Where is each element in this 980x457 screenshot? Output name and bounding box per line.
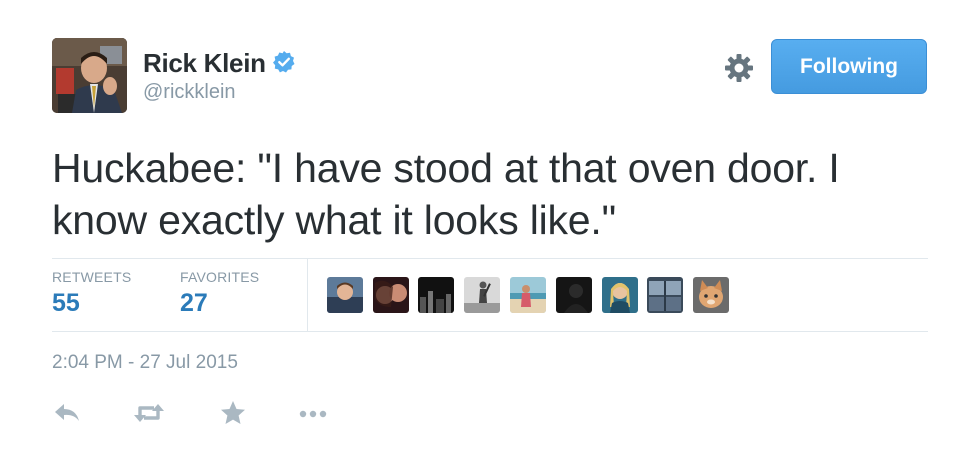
favoriter-avatar[interactable] [510,277,546,313]
favoriter-avatar[interactable] [647,277,683,313]
gear-icon[interactable] [723,52,755,84]
retweets-label: RETWEETS [52,269,132,285]
star-icon[interactable] [218,398,252,428]
favoriter-avatar[interactable] [602,277,638,313]
favorites-stat[interactable]: FAVORITES 27 [180,269,259,318]
reply-icon[interactable] [52,398,86,428]
tweet-header: Rick Klein @rickklein Following [52,38,928,116]
retweets-count: 55 [52,289,80,317]
retweet-icon[interactable] [132,398,166,428]
favoriter-avatar[interactable] [373,277,409,313]
tweet-stats: RETWEETS 55 FAVORITES 27 [52,258,928,332]
stats-divider [307,259,308,331]
author-name[interactable]: Rick Klein [143,48,266,78]
author-handle[interactable]: @rickklein [143,81,296,104]
following-button[interactable]: Following [771,39,927,94]
author-block: Rick Klein @rickklein [143,48,296,104]
tweet-timestamp[interactable]: 2:04 PM - 27 Jul 2015 [52,352,238,374]
favoriter-avatar[interactable] [327,277,363,313]
tweet-text: Huckabee: "I have stood at that oven doo… [52,145,840,243]
retweets-stat[interactable]: RETWEETS 55 [52,269,131,318]
verified-badge-icon [272,50,296,74]
favorites-count: 27 [180,289,208,317]
avatar[interactable] [52,38,127,113]
favoriter-avatar[interactable] [693,277,729,313]
favoriter-avatar[interactable] [556,277,592,313]
more-icon[interactable] [296,398,330,428]
tweet-card: Rick Klein @rickklein Following Huckabee… [52,38,928,424]
favoriter-avatar[interactable] [464,277,500,313]
favorites-label: FAVORITES [180,269,260,285]
favoriter-avatar[interactable] [418,277,454,313]
